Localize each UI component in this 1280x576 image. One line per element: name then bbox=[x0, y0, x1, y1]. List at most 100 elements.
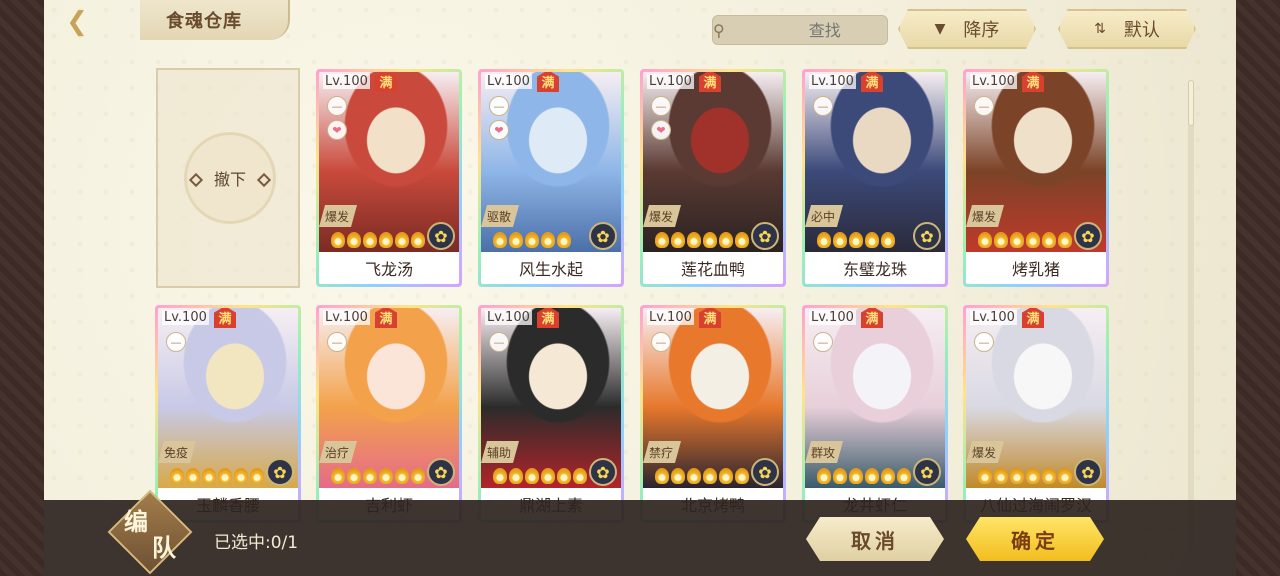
team-emblem: 编 队 bbox=[107, 489, 193, 575]
page-title-text: 食魂仓库 bbox=[166, 11, 242, 32]
element-flower-icon: ✿ bbox=[266, 458, 294, 486]
sort-order-button[interactable]: ▼ 降序 bbox=[898, 9, 1036, 49]
minus-icon[interactable]: — bbox=[489, 96, 509, 116]
minus-icon[interactable]: — bbox=[651, 96, 671, 116]
remove-button[interactable]: 撤下 bbox=[184, 132, 276, 224]
star-icon bbox=[1026, 468, 1040, 484]
minus-icon[interactable]: — bbox=[813, 332, 833, 352]
scrollbar-thumb[interactable] bbox=[1188, 80, 1194, 126]
element-flower-icon: ✿ bbox=[1074, 458, 1102, 486]
character-card[interactable]: Lv.100满—群攻✿龙井虾仁 bbox=[802, 305, 948, 523]
star-icon bbox=[411, 232, 425, 248]
star-icon bbox=[234, 468, 248, 484]
search-box[interactable]: ⚲ ✕ bbox=[712, 15, 938, 45]
character-card[interactable]: Lv.100满—爆发✿八仙过海闹罗汉 bbox=[963, 305, 1109, 523]
star-icon bbox=[250, 468, 264, 484]
star-icon bbox=[557, 232, 571, 248]
back-button[interactable]: ❮ bbox=[48, 4, 106, 40]
card-body: Lv.100 满 — ❤ 爆发 ✿ 莲花血鸭 bbox=[643, 72, 783, 284]
minus-icon[interactable]: — bbox=[327, 332, 347, 352]
card-body: Lv.100满—治疗✿吉利虾 bbox=[319, 308, 459, 520]
star-icon bbox=[881, 232, 895, 248]
star-icon bbox=[363, 468, 377, 484]
star-icon bbox=[170, 468, 184, 484]
page-title: 食魂仓库 bbox=[140, 0, 290, 40]
element-flower-icon: ✿ bbox=[913, 222, 941, 250]
level-label: Lv.100 bbox=[809, 310, 856, 325]
card-body: Lv.100满—禁疗✿北京烤鸭 bbox=[643, 308, 783, 520]
role-tag: 免疫 bbox=[158, 441, 196, 463]
star-icon bbox=[994, 468, 1008, 484]
search-icon: ⚲ bbox=[713, 20, 725, 40]
character-card[interactable]: Lv.100满—治疗✿吉利虾 bbox=[316, 305, 462, 523]
role-tag: 爆发 bbox=[966, 205, 1004, 227]
left-frame bbox=[0, 0, 44, 576]
search-input[interactable] bbox=[724, 20, 925, 40]
star-icon bbox=[218, 468, 232, 484]
star-icon bbox=[347, 232, 361, 248]
star-rating bbox=[170, 468, 264, 484]
star-icon bbox=[687, 232, 701, 248]
max-badge: 满 bbox=[861, 308, 883, 328]
card-body: Lv.100 满 — 必中 ✿ 东璧龙珠 bbox=[805, 72, 945, 284]
star-icon bbox=[202, 468, 216, 484]
star-icon bbox=[347, 468, 361, 484]
minus-icon[interactable]: — bbox=[166, 332, 186, 352]
star-rating bbox=[493, 232, 571, 248]
star-icon bbox=[557, 468, 571, 484]
star-rating bbox=[978, 232, 1072, 248]
max-badge: 满 bbox=[699, 308, 721, 328]
star-icon bbox=[411, 468, 425, 484]
max-badge: 满 bbox=[537, 308, 559, 328]
max-badge: 满 bbox=[861, 72, 883, 92]
star-icon bbox=[186, 468, 200, 484]
star-icon bbox=[881, 468, 895, 484]
star-icon bbox=[735, 468, 749, 484]
cancel-button[interactable]: 取消 bbox=[806, 517, 944, 561]
star-icon bbox=[655, 232, 669, 248]
element-flower-icon: ✿ bbox=[751, 458, 779, 486]
character-card[interactable]: Lv.100 满 — ❤ 驱散 ✿ 风生水起 bbox=[478, 69, 624, 287]
character-card[interactable]: Lv.100 满 — ❤ 爆发 ✿ 莲花血鸭 bbox=[640, 69, 786, 287]
character-card[interactable]: Lv.100 满 — ❤ 爆发 ✿ 飞龙汤 bbox=[316, 69, 462, 287]
star-icon bbox=[1058, 468, 1072, 484]
heart-icon[interactable]: ❤ bbox=[651, 120, 671, 140]
element-flower-icon: ✿ bbox=[589, 458, 617, 486]
diamond-left-icon bbox=[188, 172, 204, 188]
star-icon bbox=[525, 468, 539, 484]
team-char-1: 编 bbox=[124, 507, 148, 536]
minus-icon[interactable]: — bbox=[813, 96, 833, 116]
character-card[interactable]: Lv.100满—辅助✿鼎湖上素 bbox=[478, 305, 624, 523]
minus-icon[interactable]: — bbox=[974, 332, 994, 352]
star-icon bbox=[849, 232, 863, 248]
sort-mode-button[interactable]: ⇅ 默认 bbox=[1058, 9, 1196, 49]
minus-icon[interactable]: — bbox=[974, 96, 994, 116]
emblem-diamond bbox=[107, 489, 193, 575]
role-tag: 驱散 bbox=[481, 205, 519, 227]
star-icon bbox=[493, 232, 507, 248]
character-name: 东璧龙珠 bbox=[842, 260, 907, 279]
confirm-button[interactable]: 确定 bbox=[966, 517, 1104, 561]
star-rating bbox=[655, 232, 749, 248]
star-icon bbox=[509, 232, 523, 248]
character-card[interactable]: Lv.100满—禁疗✿北京烤鸭 bbox=[640, 305, 786, 523]
heart-icon[interactable]: ❤ bbox=[489, 120, 509, 140]
minus-icon[interactable]: — bbox=[327, 96, 347, 116]
character-card[interactable]: Lv.100 满 — 必中 ✿ 东璧龙珠 bbox=[802, 69, 948, 287]
minus-icon[interactable]: — bbox=[651, 332, 671, 352]
character-card[interactable]: Lv.100 满 — 爆发 ✿ 烤乳猪 bbox=[963, 69, 1109, 287]
star-icon bbox=[573, 468, 587, 484]
remove-label: 撤下 bbox=[213, 170, 246, 189]
heart-icon[interactable]: ❤ bbox=[327, 120, 347, 140]
remove-slot[interactable]: 撤下 bbox=[156, 68, 300, 288]
star-rating bbox=[655, 468, 749, 484]
star-icon bbox=[671, 232, 685, 248]
star-icon bbox=[703, 468, 717, 484]
scrollbar[interactable] bbox=[1188, 80, 1194, 550]
level-label: Lv.100 bbox=[323, 74, 370, 89]
star-icon bbox=[978, 468, 992, 484]
sort-order-label: 降序 bbox=[963, 20, 1000, 41]
star-icon bbox=[1042, 232, 1056, 248]
swap-icon: ⇅ bbox=[1094, 21, 1106, 37]
minus-icon[interactable]: — bbox=[489, 332, 509, 352]
